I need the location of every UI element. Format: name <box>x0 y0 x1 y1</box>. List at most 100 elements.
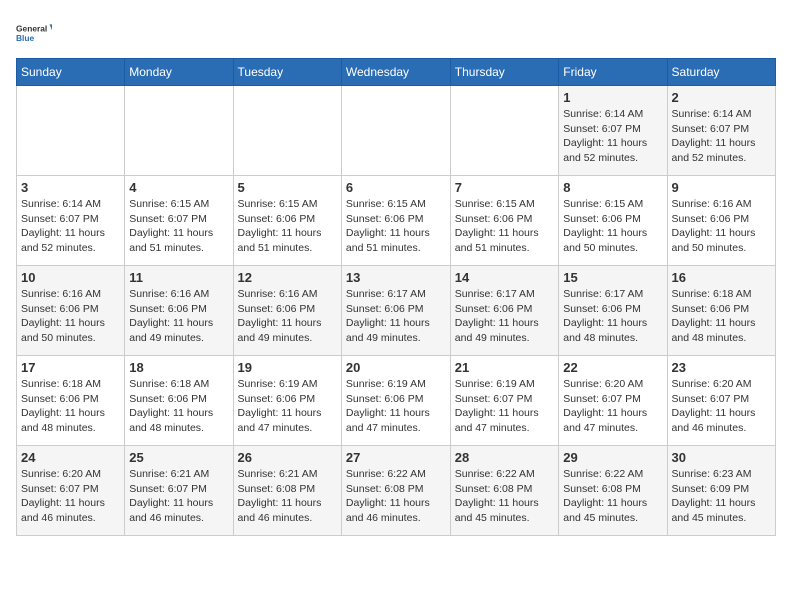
calendar-cell: 8 Sunrise: 6:15 AM Sunset: 6:06 PM Daylig… <box>559 176 667 266</box>
calendar-cell: 4 Sunrise: 6:15 AM Sunset: 6:07 PM Daylig… <box>125 176 233 266</box>
day-info: Sunrise: 6:16 AM Sunset: 6:06 PM Dayligh… <box>238 287 337 346</box>
day-info: Sunrise: 6:14 AM Sunset: 6:07 PM Dayligh… <box>21 197 120 256</box>
day-number: 25 <box>129 450 228 465</box>
day-number: 4 <box>129 180 228 195</box>
calendar-table: SundayMondayTuesdayWednesdayThursdayFrid… <box>16 58 776 536</box>
day-number: 5 <box>238 180 337 195</box>
day-info: Sunrise: 6:15 AM Sunset: 6:06 PM Dayligh… <box>238 197 337 256</box>
day-info: Sunrise: 6:22 AM Sunset: 6:08 PM Dayligh… <box>563 467 662 526</box>
day-info: Sunrise: 6:16 AM Sunset: 6:06 PM Dayligh… <box>21 287 120 346</box>
calendar-cell: 5 Sunrise: 6:15 AM Sunset: 6:06 PM Daylig… <box>233 176 341 266</box>
day-info: Sunrise: 6:17 AM Sunset: 6:06 PM Dayligh… <box>563 287 662 346</box>
calendar-cell: 23 Sunrise: 6:20 AM Sunset: 6:07 PM Dayli… <box>667 356 775 446</box>
day-info: Sunrise: 6:15 AM Sunset: 6:06 PM Dayligh… <box>346 197 446 256</box>
calendar-cell <box>17 86 125 176</box>
calendar-cell: 16Sunrise: 6:18 AM Sunset: 6:06 PM Dayli… <box>667 266 775 356</box>
day-info: Sunrise: 6:20 AM Sunset: 6:07 PM Dayligh… <box>672 377 771 436</box>
svg-text:Blue: Blue <box>16 33 35 43</box>
day-number: 12 <box>238 270 337 285</box>
day-info: Sunrise: 6:20 AM Sunset: 6:07 PM Dayligh… <box>21 467 120 526</box>
calendar-cell <box>450 86 559 176</box>
calendar-cell: 26 Sunrise: 6:21 AM Sunset: 6:08 PM Dayli… <box>233 446 341 536</box>
day-number: 19 <box>238 360 337 375</box>
calendar-cell: 22 Sunrise: 6:20 AM Sunset: 6:07 PM Dayli… <box>559 356 667 446</box>
day-info: Sunrise: 6:14 AM Sunset: 6:07 PM Dayligh… <box>672 107 771 166</box>
calendar-cell: 20 Sunrise: 6:19 AM Sunset: 6:06 PM Dayli… <box>341 356 450 446</box>
day-number: 28 <box>455 450 555 465</box>
day-info: Sunrise: 6:19 AM Sunset: 6:06 PM Dayligh… <box>346 377 446 436</box>
calendar-cell: 1Sunrise: 6:14 AM Sunset: 6:07 PM Daylig… <box>559 86 667 176</box>
day-info: Sunrise: 6:19 AM Sunset: 6:06 PM Dayligh… <box>238 377 337 436</box>
day-info: Sunrise: 6:21 AM Sunset: 6:08 PM Dayligh… <box>238 467 337 526</box>
day-number: 23 <box>672 360 771 375</box>
day-number: 18 <box>129 360 228 375</box>
day-info: Sunrise: 6:18 AM Sunset: 6:06 PM Dayligh… <box>21 377 120 436</box>
col-header-monday: Monday <box>125 59 233 86</box>
calendar-cell: 25 Sunrise: 6:21 AM Sunset: 6:07 PM Dayli… <box>125 446 233 536</box>
day-number: 26 <box>238 450 337 465</box>
calendar-cell: 6 Sunrise: 6:15 AM Sunset: 6:06 PM Daylig… <box>341 176 450 266</box>
calendar-cell: 29 Sunrise: 6:22 AM Sunset: 6:08 PM Dayli… <box>559 446 667 536</box>
calendar-week-4: 17 Sunrise: 6:18 AM Sunset: 6:06 PM Dayli… <box>17 356 776 446</box>
day-number: 21 <box>455 360 555 375</box>
calendar-cell: 9 Sunrise: 6:16 AM Sunset: 6:06 PM Daylig… <box>667 176 775 266</box>
calendar-cell: 27 Sunrise: 6:22 AM Sunset: 6:08 PM Dayli… <box>341 446 450 536</box>
calendar-week-5: 24Sunrise: 6:20 AM Sunset: 6:07 PM Dayli… <box>17 446 776 536</box>
page-header: General Blue <box>16 16 776 52</box>
day-number: 9 <box>672 180 771 195</box>
calendar-cell <box>125 86 233 176</box>
calendar-cell: 21 Sunrise: 6:19 AM Sunset: 6:07 PM Dayli… <box>450 356 559 446</box>
col-header-sunday: Sunday <box>17 59 125 86</box>
day-info: Sunrise: 6:21 AM Sunset: 6:07 PM Dayligh… <box>129 467 228 526</box>
day-number: 6 <box>346 180 446 195</box>
calendar-cell: 11 Sunrise: 6:16 AM Sunset: 6:06 PM Dayli… <box>125 266 233 356</box>
calendar-cell: 10 Sunrise: 6:16 AM Sunset: 6:06 PM Dayli… <box>17 266 125 356</box>
day-info: Sunrise: 6:20 AM Sunset: 6:07 PM Dayligh… <box>563 377 662 436</box>
calendar-cell: 2 Sunrise: 6:14 AM Sunset: 6:07 PM Daylig… <box>667 86 775 176</box>
day-info: Sunrise: 6:16 AM Sunset: 6:06 PM Dayligh… <box>129 287 228 346</box>
day-info: Sunrise: 6:15 AM Sunset: 6:07 PM Dayligh… <box>129 197 228 256</box>
calendar-cell: 30 Sunrise: 6:23 AM Sunset: 6:09 PM Dayli… <box>667 446 775 536</box>
day-number: 30 <box>672 450 771 465</box>
calendar-cell: 3 Sunrise: 6:14 AM Sunset: 6:07 PM Daylig… <box>17 176 125 266</box>
day-number: 10 <box>21 270 120 285</box>
calendar-week-1: 1 Sunrise: 6:14 AM Sunset: 6:07 PM Daylig… <box>17 86 776 176</box>
day-number: 1 <box>563 90 662 105</box>
calendar-cell: 7 Sunrise: 6:15 AM Sunset: 6:06 PM Daylig… <box>450 176 559 266</box>
calendar-cell: 28 Sunrise: 6:22 AM Sunset: 6:08 PM Dayli… <box>450 446 559 536</box>
col-header-tuesday: Tuesday <box>233 59 341 86</box>
logo: General Blue <box>16 16 52 52</box>
day-number: 7 <box>455 180 555 195</box>
logo-svg: General Blue <box>16 16 52 52</box>
day-number: 27 <box>346 450 446 465</box>
day-info: Sunrise: 6:23 AM Sunset: 6:09 PM Dayligh… <box>672 467 771 526</box>
calendar-cell: 14Sunrise: 6:17 AM Sunset: 6:06 PM Dayli… <box>450 266 559 356</box>
calendar-week-2: 3 Sunrise: 6:14 AM Sunset: 6:07 PM Daylig… <box>17 176 776 266</box>
day-number: 13 <box>346 270 446 285</box>
day-info: Sunrise: 6:22 AM Sunset: 6:08 PM Dayligh… <box>346 467 446 526</box>
day-info: Sunrise: 6:15 AM Sunset: 6:06 PM Dayligh… <box>455 197 555 256</box>
day-number: 20 <box>346 360 446 375</box>
calendar-cell: 17 Sunrise: 6:18 AM Sunset: 6:06 PM Dayli… <box>17 356 125 446</box>
day-number: 8 <box>563 180 662 195</box>
day-info: Sunrise: 6:17 AM Sunset: 6:06 PM Dayligh… <box>346 287 446 346</box>
day-info: Sunrise: 6:19 AM Sunset: 6:07 PM Dayligh… <box>455 377 555 436</box>
col-header-wednesday: Wednesday <box>341 59 450 86</box>
day-info: Sunrise: 6:22 AM Sunset: 6:08 PM Dayligh… <box>455 467 555 526</box>
col-header-thursday: Thursday <box>450 59 559 86</box>
day-number: 22 <box>563 360 662 375</box>
col-header-friday: Friday <box>559 59 667 86</box>
day-number: 29 <box>563 450 662 465</box>
col-header-saturday: Saturday <box>667 59 775 86</box>
day-info: Sunrise: 6:15 AM Sunset: 6:06 PM Dayligh… <box>563 197 662 256</box>
day-number: 11 <box>129 270 228 285</box>
day-number: 2 <box>672 90 771 105</box>
calendar-cell: 13 Sunrise: 6:17 AM Sunset: 6:06 PM Dayli… <box>341 266 450 356</box>
calendar-cell <box>341 86 450 176</box>
day-number: 3 <box>21 180 120 195</box>
day-info: Sunrise: 6:18 AM Sunset: 6:06 PM Dayligh… <box>672 287 771 346</box>
day-number: 17 <box>21 360 120 375</box>
day-info: Sunrise: 6:16 AM Sunset: 6:06 PM Dayligh… <box>672 197 771 256</box>
calendar-cell: 18Sunrise: 6:18 AM Sunset: 6:06 PM Dayli… <box>125 356 233 446</box>
day-info: Sunrise: 6:17 AM Sunset: 6:06 PM Dayligh… <box>455 287 555 346</box>
